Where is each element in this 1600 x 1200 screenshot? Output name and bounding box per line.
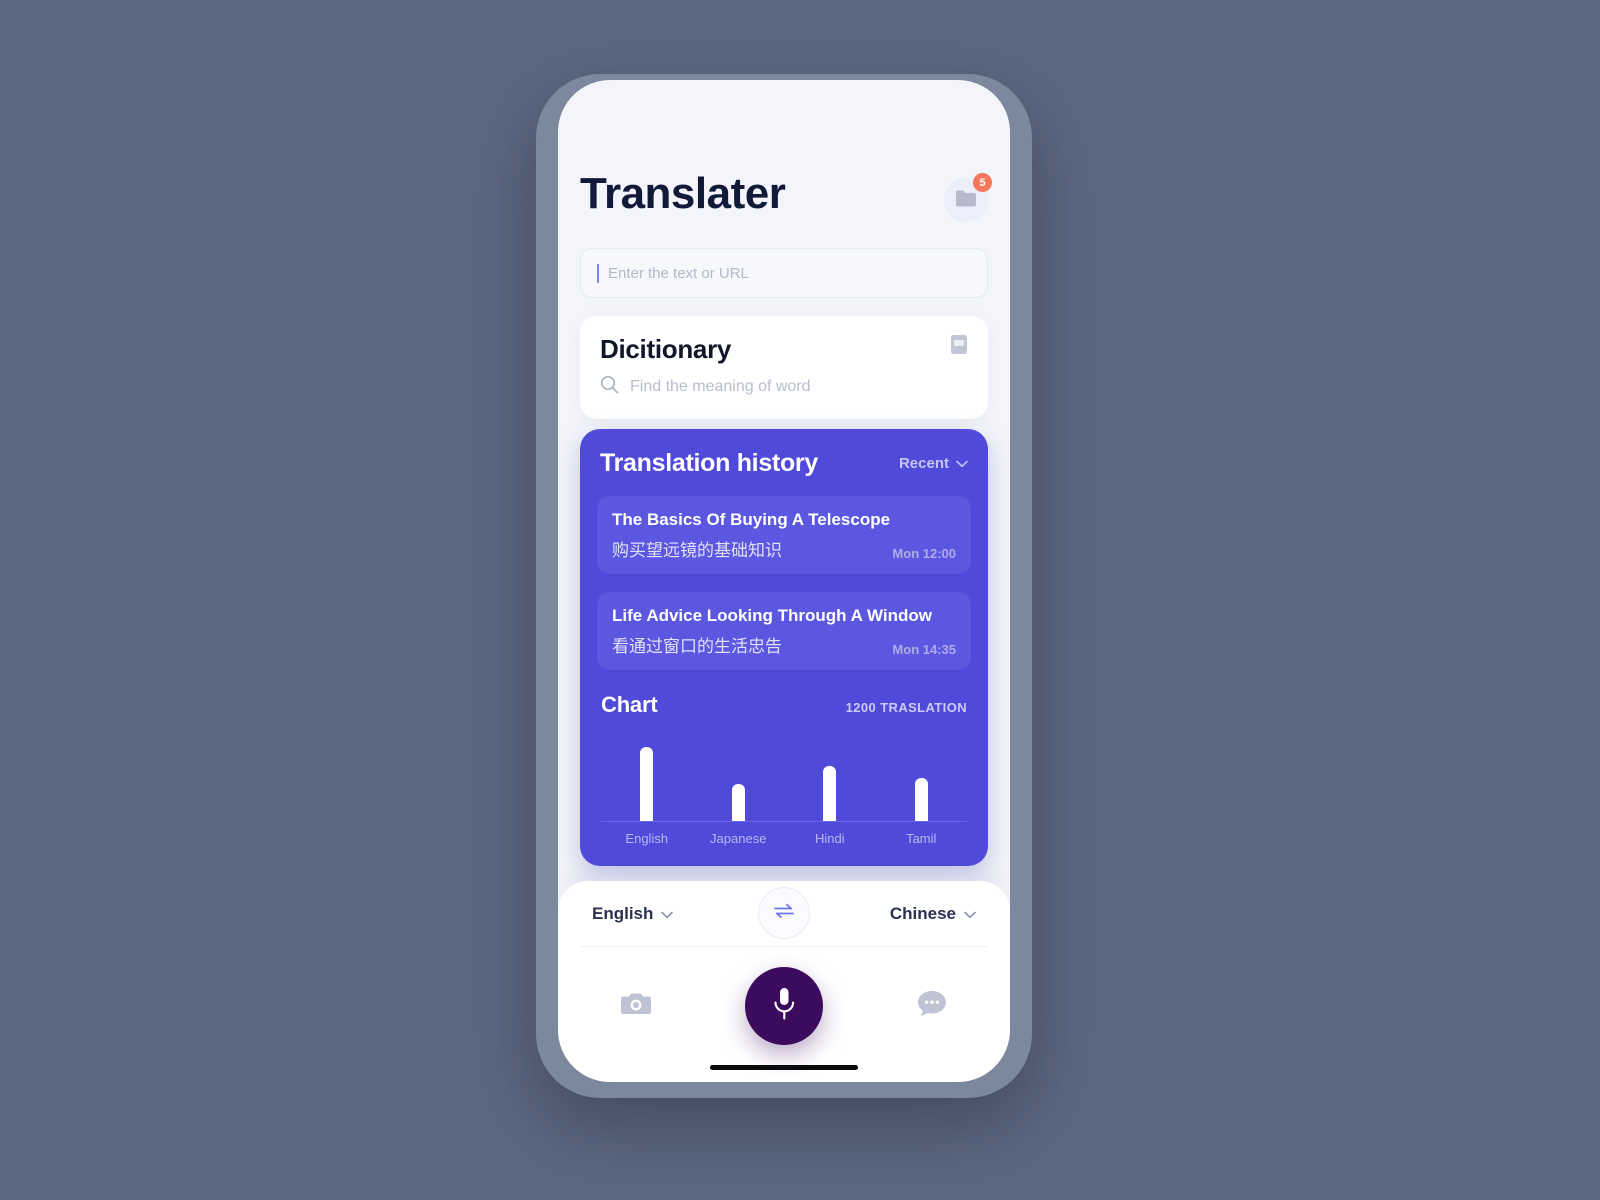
home-indicator [710, 1065, 858, 1070]
history-item-translation: 购买望远镜的基础知识 [612, 541, 782, 560]
chart-bar-column [601, 730, 693, 821]
chart-section: Chart 1200 TRASLATION English Japanese Hin… [597, 692, 971, 846]
chat-bubble-icon [916, 989, 948, 1023]
chart-bar [914, 778, 928, 821]
dictionary-search-input[interactable]: Find the meaning of word [600, 375, 968, 399]
url-input[interactable]: Enter the text or URL [580, 248, 988, 298]
chevron-down-icon [956, 455, 968, 472]
history-item-source: The Basics Of Buying A Telescope [612, 510, 891, 529]
history-item-translation: 看通过窗口的生活忠告 [612, 637, 782, 656]
dictionary-search-placeholder: Find the meaning of word [630, 378, 811, 395]
target-language-label: Chinese [889, 903, 956, 923]
chart-plot-area [601, 730, 967, 822]
folder-badge-count: 5 [973, 173, 992, 192]
chart-header: Chart 1200 TRASLATION [601, 692, 967, 718]
chat-button[interactable] [916, 989, 948, 1023]
url-input-placeholder: Enter the text or URL [608, 264, 749, 282]
camera-button[interactable] [620, 990, 652, 1022]
chart-category-label: English [625, 831, 669, 846]
page-background: Translater 5 Enter the text or URL Dicit… [0, 0, 1600, 1200]
chevron-down-icon [661, 904, 674, 924]
chart-bar-column [784, 730, 876, 821]
app-header: Translater 5 [558, 80, 1010, 222]
history-item-time: Mon 12:00 [892, 546, 956, 561]
chart-bar-column [693, 730, 785, 821]
source-language-dropdown[interactable]: English [592, 903, 674, 924]
chart-title: Chart [601, 692, 658, 717]
chevron-down-icon [964, 904, 976, 924]
history-item[interactable]: The Basics Of Buying A Telescope 购买望远镜的基… [597, 496, 971, 574]
bottom-panel: English Chinese [558, 881, 1010, 1082]
phone-screen: Translater 5 Enter the text or URL Dicit… [558, 80, 1010, 1082]
history-filter-dropdown[interactable]: Recent [899, 455, 968, 472]
book-icon [950, 334, 968, 360]
history-item-source: Life Advice Looking Through A Window [612, 606, 932, 625]
chart-axis-labels: English Japanese Hindi Tamil [601, 831, 967, 846]
microphone-button[interactable] [745, 967, 823, 1045]
text-caret [597, 263, 599, 283]
dictionary-card: Dicitionary Find the meaning of word [580, 316, 988, 419]
history-item-meta: 购买望远镜的基础知识 Mon 12:00 [612, 536, 956, 561]
dictionary-title: Dicitionary [600, 334, 732, 364]
camera-icon [620, 990, 652, 1022]
folder-button[interactable]: 5 [944, 173, 992, 222]
chart-category-label: Tamil [906, 831, 937, 846]
history-title: Translation history [600, 449, 818, 477]
history-item[interactable]: Life Advice Looking Through A Window 看通过… [597, 592, 971, 670]
chart-bar [823, 766, 837, 821]
history-header: Translation history Recent [597, 449, 971, 478]
action-bar [580, 947, 988, 1065]
search-icon [600, 375, 619, 399]
chart-bar [640, 747, 654, 821]
swap-arrows-icon [773, 903, 795, 924]
target-language-dropdown[interactable]: Chinese [890, 904, 976, 924]
history-item-time: Mon 14:35 [892, 642, 956, 657]
folder-icon [955, 188, 977, 213]
history-item-meta: 看通过窗口的生活忠告 Mon 14:35 [612, 632, 956, 657]
history-filter-label: Recent [898, 455, 949, 472]
chart-category-label: Japanese [710, 831, 767, 846]
dictionary-header: Dicitionary [600, 334, 968, 365]
source-language-label: English [592, 903, 654, 923]
chart-bar [731, 784, 745, 821]
microphone-icon [771, 986, 797, 1027]
translation-history-card: Translation history Recent The Basics Of… [580, 429, 988, 866]
chart-category-label: Hindi [814, 831, 845, 846]
swap-languages-button[interactable] [758, 887, 810, 939]
chart-subtitle: 1200 TRASLATION [845, 700, 967, 715]
chart-bar-column [876, 730, 968, 821]
page-title: Translater [580, 169, 786, 218]
